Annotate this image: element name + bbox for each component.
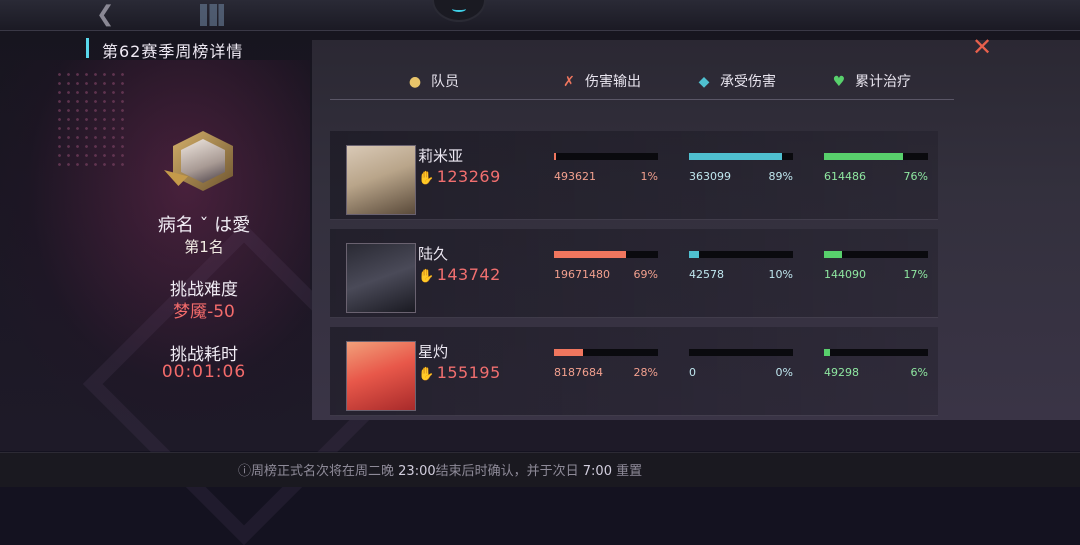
damage-value: 19671480	[554, 268, 610, 281]
dot-pattern-decoration	[55, 70, 125, 170]
member-icon: ●	[408, 74, 422, 90]
close-icon[interactable]: ✕	[972, 34, 992, 60]
footer-notice: ⓘ周榜正式名次将在周二晚 23:00结束后时确认，并于次日 7:00 重置	[0, 452, 1080, 487]
city-icon[interactable]	[200, 4, 224, 26]
shield-icon: ◆	[698, 74, 710, 90]
difficulty-value: 梦魇-50	[173, 302, 235, 322]
member-avatar	[346, 145, 416, 215]
damage-value: 8187684	[554, 366, 603, 379]
footer-suffix: 重置	[611, 464, 643, 479]
member-power-value: 155195	[436, 363, 501, 382]
taken-percent: 0%	[775, 366, 793, 379]
heal-percent: 76%	[903, 170, 928, 183]
damage-bar	[554, 251, 658, 258]
damage-bar-fill	[554, 349, 584, 356]
member-name: 星灼	[418, 343, 449, 361]
damage-percent: 1%	[640, 170, 658, 183]
time-value: 00:01:06	[161, 362, 247, 382]
member-power-value: 143742	[436, 265, 501, 284]
page-title: 第62赛季周榜详情	[102, 42, 244, 61]
heal-value: 614486	[824, 170, 866, 183]
power-fist-icon: ✋	[418, 269, 435, 284]
member-avatar	[346, 341, 416, 411]
member-name: 莉米亚	[418, 147, 464, 165]
heal-percent: 6%	[910, 366, 928, 379]
member-row[interactable]: 星灼 ✋ 155195 8187684 28% 0 0% 49298 6%	[330, 327, 938, 416]
member-row[interactable]: 陆久 ✋ 143742 19671480 69% 42578 10% 144090…	[330, 229, 938, 318]
taken-bar-fill	[689, 153, 782, 160]
back-arrow-icon[interactable]: ❮	[96, 2, 114, 27]
member-power: ✋ 123269	[418, 167, 501, 186]
column-header-taken: ◆ 承受伤害	[696, 71, 776, 91]
title-accent-bar	[86, 38, 89, 58]
player-avatar-emblem	[164, 124, 240, 198]
footer-time-1: 23:00	[398, 464, 436, 479]
player-name: 病名 ˇ は愛	[157, 215, 251, 236]
taken-bar	[689, 153, 793, 160]
heal-bar-fill	[824, 153, 904, 160]
footer-time-2: 7:00	[582, 464, 612, 479]
heal-icon: ♥	[832, 74, 846, 90]
damage-percent: 28%	[633, 366, 658, 379]
taken-value: 0	[689, 366, 696, 379]
heal-percent: 17%	[903, 268, 928, 281]
top-nav-strip: ❮	[0, 0, 1080, 31]
footer-text: ⓘ周榜正式名次将在周二晚 23:00结束后时确认，并于次日 7:00 重置	[238, 460, 642, 479]
damage-bar-fill	[554, 251, 626, 258]
heal-value: 144090	[824, 268, 866, 281]
column-header-label: 伤害输出	[585, 74, 641, 90]
power-fist-icon: ✋	[418, 171, 435, 186]
column-header-member: ● 队员	[407, 71, 459, 91]
member-avatar	[346, 243, 416, 313]
damage-value: 493621	[554, 170, 596, 183]
footer-prefix: 周榜正式名次将在周二晚	[251, 464, 399, 479]
member-name: 陆久	[418, 245, 449, 263]
power-fist-icon: ✋	[418, 367, 435, 382]
column-header-label: 队员	[431, 74, 459, 90]
footer-middle: 结束后时确认，并于次日	[435, 464, 583, 479]
taken-percent: 89%	[768, 170, 793, 183]
member-power: ✋ 155195	[418, 363, 501, 382]
taken-bar-fill	[689, 251, 700, 258]
taken-bar	[689, 349, 793, 356]
taken-value: 363099	[689, 170, 731, 183]
damage-icon: ✗	[563, 74, 575, 90]
column-header-heal: ♥ 累计治疗	[831, 71, 911, 91]
heal-bar-fill	[824, 349, 831, 356]
heal-bar-fill	[824, 251, 842, 258]
damage-percent: 69%	[633, 268, 658, 281]
column-header-label: 累计治疗	[855, 74, 911, 90]
member-power-value: 123269	[436, 167, 501, 186]
damage-bar	[554, 349, 658, 356]
taken-bar	[689, 251, 793, 258]
taken-value: 42578	[689, 268, 724, 281]
damage-bar	[554, 153, 658, 160]
heal-bar	[824, 153, 928, 160]
center-emblem-icon	[432, 0, 486, 22]
damage-bar-fill	[554, 153, 556, 160]
member-power: ✋ 143742	[418, 265, 501, 284]
member-row[interactable]: 莉米亚 ✋ 123269 493621 1% 363099 89% 614486 …	[330, 131, 938, 220]
taken-percent: 10%	[768, 268, 793, 281]
info-icon: ⓘ	[238, 464, 252, 479]
heal-bar	[824, 349, 928, 356]
heal-value: 49298	[824, 366, 859, 379]
heal-bar	[824, 251, 928, 258]
column-header-label: 承受伤害	[720, 74, 776, 90]
header-divider	[330, 99, 954, 100]
player-rank: 第1名	[184, 238, 224, 256]
column-header-damage: ✗ 伤害输出	[561, 71, 641, 91]
